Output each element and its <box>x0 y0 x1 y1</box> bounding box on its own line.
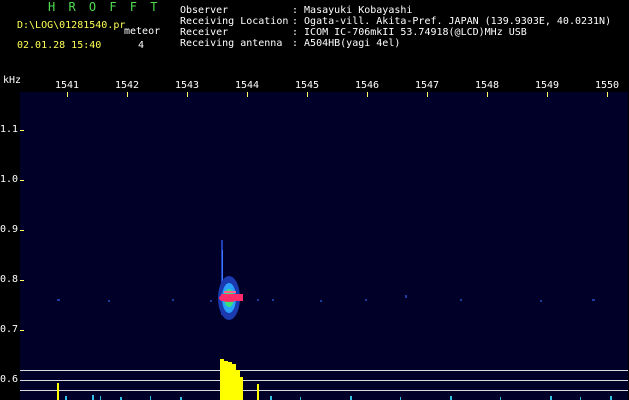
spectrogram-plot <box>20 92 628 400</box>
x-tick-label: 1549 <box>534 80 560 91</box>
info-value-location: : Ogata-vill. Akita-Pref. JAPAN (139.930… <box>292 16 612 27</box>
spectrogram-canvas <box>20 92 628 400</box>
x-tick-label: 1544 <box>234 80 260 91</box>
y-tick-label: 0.6 <box>0 374 19 385</box>
info-label-location: Receiving Location <box>180 16 289 27</box>
observation-datetime: 02.01.28 15:40 <box>17 40 102 51</box>
y-tick-label: 0.9 <box>0 224 19 235</box>
info-value-antenna: : A504HB(yagi 4el) <box>292 38 401 49</box>
spectrum-noise <box>65 395 612 400</box>
x-tick-label: 1548 <box>474 80 500 91</box>
reference-lines <box>20 370 628 391</box>
info-labels: Observer Receiving Location Receiver Receiv… <box>180 5 288 49</box>
x-tick-label: 1542 <box>114 80 140 91</box>
x-tick-label: 1545 <box>294 80 320 91</box>
info-values: : Masayuki Kobayashi: Ogata-vill. Akita-… <box>292 5 611 49</box>
info-label-receiver: Receiver <box>180 27 229 38</box>
info-label-antenna: Receiving antenna <box>180 38 283 49</box>
x-tick-label: 1541 <box>54 80 80 91</box>
event-type-label: meteor <box>124 26 161 37</box>
info-value-receiver: : ICOM IC-706mkII 53.74918(@LCD)MHz USB <box>292 27 527 38</box>
y-tick-label: 1.1 <box>0 124 19 135</box>
x-tick-label: 1550 <box>594 80 620 91</box>
y-tick-label: 0.8 <box>0 274 19 285</box>
meteor-echo <box>218 240 243 320</box>
y-tick-label: 1.0 <box>0 174 19 185</box>
left-ticks <box>20 130 24 381</box>
x-tick-label: 1546 <box>354 80 380 91</box>
y-tick-label: 0.7 <box>0 324 19 335</box>
x-tick-label: 1543 <box>174 80 200 91</box>
x-axis-unit: kHz <box>3 75 22 86</box>
background-noise <box>57 295 595 302</box>
info-value-observer: : Masayuki Kobayashi <box>292 5 413 16</box>
x-tick-label: 1547 <box>414 80 440 91</box>
log-file-path: D:\LOG\01281540.pr <box>17 20 126 31</box>
app-brand: H R O F F T <box>48 0 161 14</box>
info-label-observer: Observer <box>180 5 229 16</box>
spectrum-bars <box>57 359 259 400</box>
event-count: 4 <box>138 40 145 51</box>
top-ticks <box>67 92 608 97</box>
